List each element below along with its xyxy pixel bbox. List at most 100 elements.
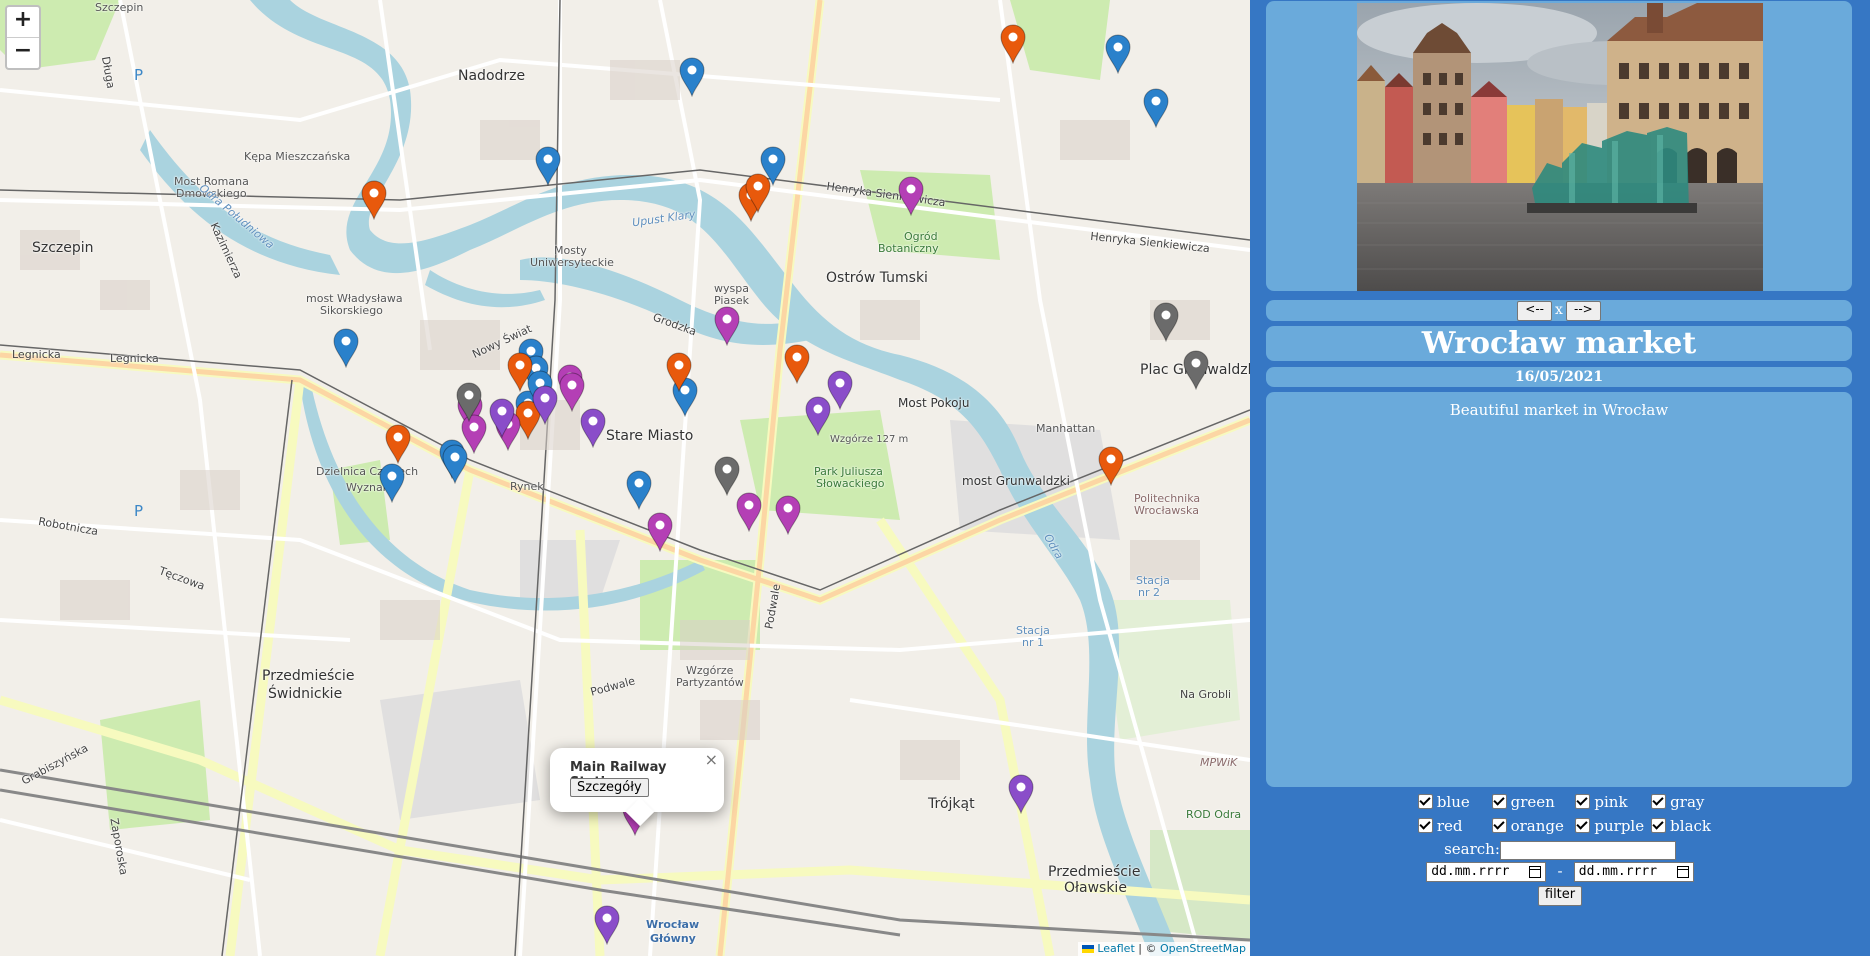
color-filter-row: blue green pink gray — [1250, 790, 1870, 814]
map-marker-icon[interactable] — [1008, 774, 1034, 814]
map-marker-icon[interactable] — [805, 396, 831, 436]
map-marker-icon[interactable] — [489, 398, 515, 438]
map-attribution: Leaflet | © OpenStreetMap — [1078, 942, 1250, 956]
map-label: nr 1 — [1022, 636, 1044, 649]
map-label: Uniwersyteckie — [530, 256, 614, 269]
map-marker-icon[interactable] — [535, 146, 561, 186]
map-marker-icon[interactable] — [626, 470, 652, 510]
zoom-in-button[interactable]: + — [7, 7, 39, 37]
prev-button[interactable]: <-- — [1517, 301, 1552, 321]
map-label: Na Grobli — [1180, 688, 1232, 701]
leaflet-link[interactable]: Leaflet — [1097, 942, 1134, 955]
date-to-input[interactable]: dd.mm.rrrr — [1573, 862, 1694, 882]
detail-sidebar: <-- x --> Wrocław market 16/05/2021 Beauti… — [1250, 0, 1870, 956]
map-marker-icon[interactable] — [379, 463, 405, 503]
description-panel: Beautiful market in Wrocław — [1266, 392, 1852, 787]
map-label: Partyzantów — [676, 676, 744, 689]
place-description: Beautiful market in Wrocław — [1449, 401, 1669, 419]
map-marker-icon[interactable] — [775, 495, 801, 535]
map-marker-icon[interactable] — [507, 352, 533, 392]
map-marker-icon[interactable] — [1183, 350, 1209, 390]
map-marker-icon[interactable] — [679, 57, 705, 97]
place-title: Wrocław market — [1421, 326, 1697, 361]
map-marker-icon[interactable] — [647, 512, 673, 552]
map-label: Świdnickie — [268, 686, 343, 702]
map-marker-icon[interactable] — [1098, 446, 1124, 486]
map-marker-icon[interactable] — [594, 905, 620, 945]
map-label: MPWiK — [1200, 756, 1238, 769]
red-label: red — [1436, 817, 1463, 835]
map-marker-icon[interactable] — [361, 180, 387, 220]
purple-checkbox[interactable] — [1575, 818, 1591, 833]
date-to-placeholder: dd.mm.rrrr — [1578, 864, 1658, 879]
black-checkbox[interactable] — [1651, 818, 1667, 833]
map-marker-icon[interactable] — [1153, 302, 1179, 342]
map-label: Słowackiego — [816, 477, 885, 490]
blue-checkbox[interactable] — [1417, 794, 1433, 809]
map-marker-icon[interactable] — [736, 492, 762, 532]
svg-text:P: P — [134, 66, 143, 84]
filter-button[interactable]: filter — [1537, 886, 1583, 906]
map-label: Trójkąt — [928, 796, 975, 812]
calendar-icon — [1529, 866, 1542, 878]
map-marker-icon[interactable] — [456, 382, 482, 422]
map-marker-icon[interactable] — [714, 306, 740, 346]
search-input[interactable] — [1499, 840, 1676, 860]
map-marker-icon[interactable] — [714, 456, 740, 496]
map-marker-icon[interactable] — [580, 408, 606, 448]
zoom-out-button[interactable]: − — [7, 37, 39, 68]
place-photo — [1357, 3, 1763, 291]
map-marker-icon[interactable] — [1143, 88, 1169, 128]
green-checkbox[interactable] — [1491, 794, 1507, 809]
map-label: Wrocławska — [1134, 504, 1199, 517]
blue-label: blue — [1436, 793, 1470, 811]
date-from-placeholder: dd.mm.rrrr — [1431, 864, 1510, 879]
svg-text:P: P — [134, 502, 143, 520]
orange-checkbox[interactable] — [1491, 818, 1507, 833]
map-marker-icon[interactable] — [898, 176, 924, 216]
map-marker-icon[interactable] — [666, 352, 692, 392]
map-label: most Grunwaldzki — [962, 474, 1070, 488]
map-label: Rynek — [510, 480, 544, 493]
zoom-control: + − — [5, 5, 41, 70]
map-label: Oławskie — [1064, 880, 1127, 896]
date-separator: - — [1557, 862, 1563, 880]
gray-label: gray — [1670, 793, 1705, 811]
popup-close-button[interactable]: × — [705, 750, 718, 769]
date-range-row: dd.mm.rrrr - dd.mm.rrrr — [1250, 860, 1870, 882]
map-label: Most Pokoju — [898, 396, 970, 410]
map-view[interactable]: P P Szczepin Nadodrze Kępa Mieszczańska … — [0, 0, 1250, 956]
map-marker-icon[interactable] — [784, 344, 810, 384]
pink-checkbox[interactable] — [1575, 794, 1591, 809]
date-from-input[interactable]: dd.mm.rrrr — [1426, 862, 1547, 882]
map-marker-icon[interactable] — [559, 372, 585, 412]
gray-checkbox[interactable] — [1651, 794, 1667, 809]
black-label: black — [1670, 817, 1712, 835]
openstreetmap-link[interactable]: OpenStreetMap — [1160, 942, 1246, 955]
next-button[interactable]: --> — [1566, 301, 1601, 321]
map-label: Nadodrze — [458, 68, 526, 84]
map-marker-icon[interactable] — [745, 173, 771, 213]
details-button[interactable]: Szczegóły — [570, 778, 649, 797]
map-label: Stare Miasto — [606, 428, 694, 444]
map-marker-icon[interactable] — [532, 385, 558, 425]
map-label: Botaniczny — [878, 242, 939, 255]
map-label: Szczepin — [95, 1, 144, 14]
map-label: Przedmieście — [262, 668, 355, 684]
marker-popup: Main Railway Station Szczegóły × — [550, 748, 724, 812]
pink-label: pink — [1594, 793, 1628, 811]
map-label: Przedmieście — [1048, 864, 1141, 880]
map-marker-icon[interactable] — [333, 328, 359, 368]
map-label: Wrocław — [646, 918, 700, 931]
map-label: Manhattan — [1036, 422, 1096, 435]
filter-button-row: filter — [1250, 882, 1870, 906]
red-checkbox[interactable] — [1417, 818, 1433, 833]
nav-panel: <-- x --> — [1266, 300, 1852, 321]
map-marker-icon[interactable] — [385, 424, 411, 464]
close-detail-button[interactable]: x — [1552, 301, 1566, 319]
map-label: Główny — [650, 932, 696, 945]
map-marker-icon[interactable] — [1105, 34, 1131, 74]
map-marker-icon[interactable] — [1000, 24, 1026, 64]
map-label: ROD Odra — [1186, 808, 1242, 821]
photo-panel — [1266, 1, 1852, 291]
